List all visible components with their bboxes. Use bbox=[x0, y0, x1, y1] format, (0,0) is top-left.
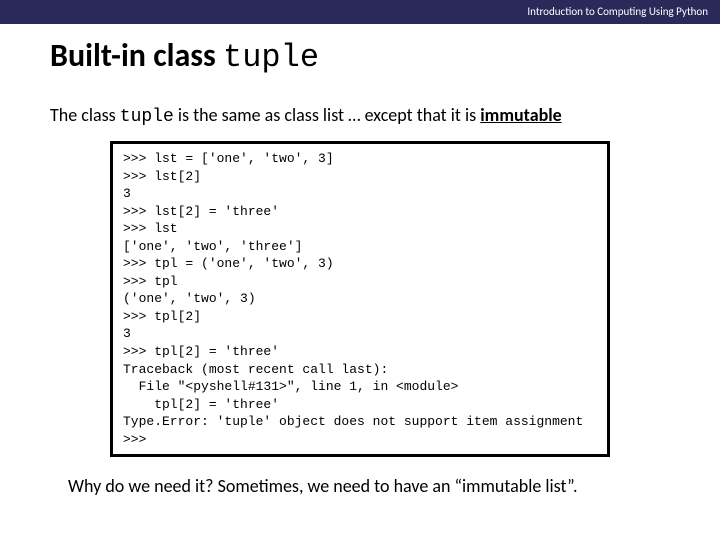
outro-text: Why do we need it? Sometimes, we need to… bbox=[50, 475, 670, 497]
title-prefix: Built-in class bbox=[50, 36, 223, 75]
intro-part2: is the same as class list … except that … bbox=[174, 104, 480, 126]
intro-mono: tuple bbox=[120, 107, 174, 127]
header-bar: Introduction to Computing Using Python bbox=[0, 0, 720, 24]
code-block: >>> lst = ['one', 'two', 3] >>> lst[2] 3… bbox=[110, 141, 610, 457]
page-title: Built-in class tuple bbox=[50, 36, 670, 76]
slide-content: Built-in class tuple The class tuple is … bbox=[0, 24, 720, 497]
header-text: Introduction to Computing Using Python bbox=[527, 5, 708, 18]
intro-text: The class tuple is the same as class lis… bbox=[50, 104, 670, 127]
title-mono: tuple bbox=[223, 39, 319, 76]
intro-part1: The class bbox=[50, 104, 120, 126]
intro-immutable: immutable bbox=[480, 104, 561, 126]
